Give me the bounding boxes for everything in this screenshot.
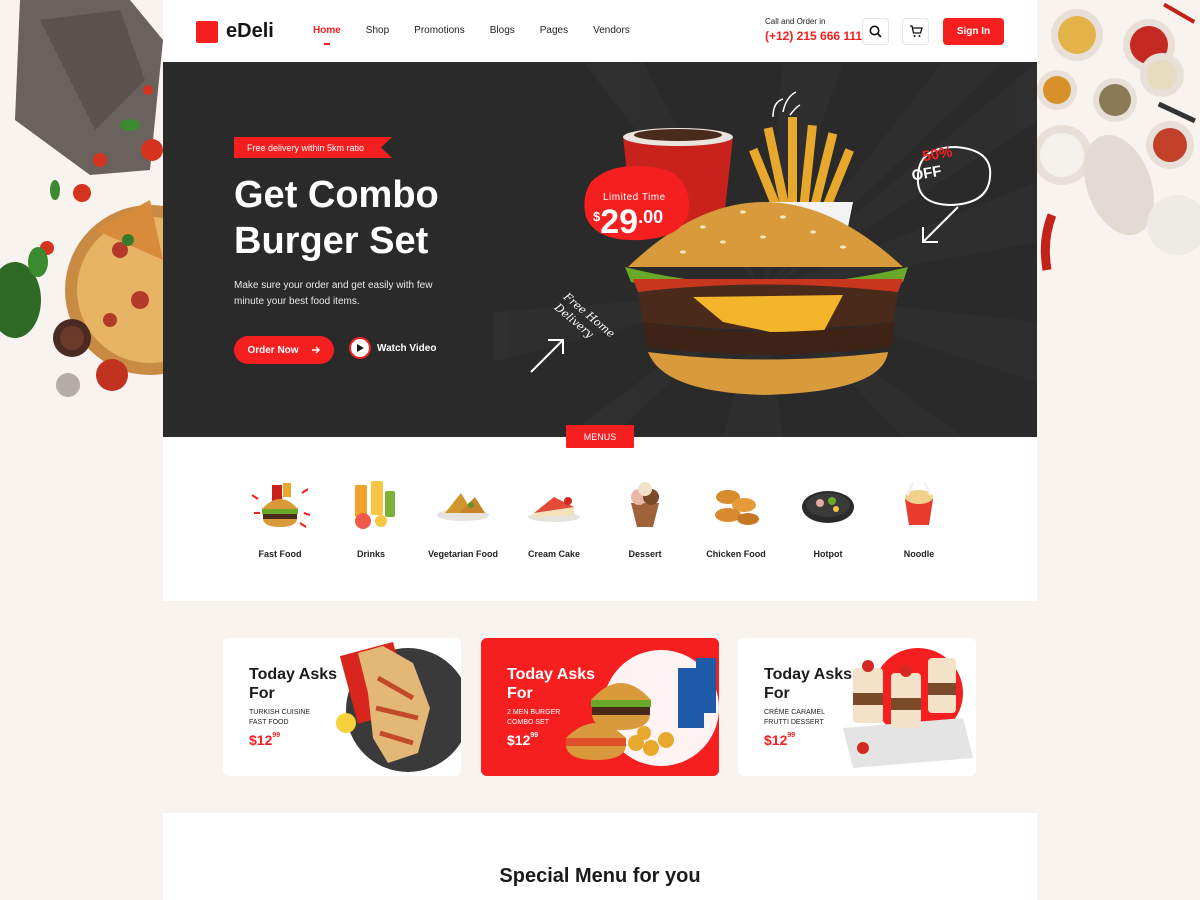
promo-subtitle-line2: FAST FOOD [249,719,289,726]
burger-combo-image [566,650,719,766]
category-chicken-food[interactable]: Chicken Food [691,475,781,559]
search-icon [869,25,882,38]
free-delivery-tag: Free delivery within 5km ratio [234,137,393,158]
promo-price: $1299 [764,732,795,748]
logo-mark [196,20,218,43]
promo-title: Today Asks For [507,666,596,702]
promo-card-turkish[interactable]: Today Asks For TURKISH CUISINE FAST FOOD… [223,638,461,776]
fast-food-image [251,483,311,528]
hero-title-line1: Get Combo [234,174,439,216]
category-vegetarian-food[interactable]: Vegetarian Food [418,475,508,559]
promo-price-cents: 99 [272,732,281,739]
dessert-image [631,482,659,527]
arrow-up-right-icon [530,339,564,373]
promo-subtitle-line1: 2 MEN BURGER [507,709,561,716]
promo-subtitle-line1: CRÈME CARAMEL [764,709,826,716]
combo-burger-image [623,117,908,395]
menu-categories: Fast Food Drinks Vegetarian Food Cream C… [163,437,1037,601]
promo-card-burger-combo[interactable]: Today Asks For 2 MEN BURGER COMBO SET $1… [481,638,719,776]
promo-subtitle-line2: FRUTTI DESSERT [764,719,824,726]
category-noodle[interactable]: Noodle [874,475,964,559]
category-hotpot[interactable]: Hotpot [783,475,873,559]
hotpot-image [802,491,854,523]
limited-time-label: Limited Time [603,192,666,203]
promo-subtitle: TURKISH CUISINE FAST FOOD [249,708,329,728]
category-label: Chicken Food [706,549,766,559]
price-currency: $ [593,209,601,224]
category-dessert[interactable]: Dessert [600,475,690,559]
category-label: Drinks [356,549,385,559]
cart-icon [909,25,923,37]
category-label: Dessert [628,549,662,559]
hero-title-line2: Burger Set [234,220,429,262]
category-drinks[interactable]: Drinks [326,475,416,559]
chicken-food-image [715,490,759,525]
decorative-spices-right [1037,0,1200,300]
promo-price: $1299 [249,732,280,748]
price-dollars: 29 [600,203,639,241]
nav-promotions[interactable]: Promotions [414,25,465,36]
category-fast-food[interactable]: Fast Food [235,475,325,559]
category-label: Vegetarian Food [427,549,498,559]
promo-subtitle-line1: TURKISH CUISINE [249,709,311,716]
promo-subtitle-line2: COMBO SET [507,719,550,726]
cream-cake-image [528,497,580,522]
watch-video-label: Watch Video [377,342,437,354]
promo-price-dollars: $12 [764,732,788,748]
order-now-button[interactable]: Order Now [234,336,334,364]
hero-title: Get Combo Burger Set [234,172,439,264]
promo-price-cents: 99 [530,732,539,739]
main-nav: Home Shop Promotions Blogs Pages Vendors [313,25,655,45]
arrow-down-left-icon [922,206,959,243]
nav-vendors[interactable]: Vendors [593,25,630,36]
turkish-cuisine-image [336,641,461,772]
order-now-label: Order Now [247,344,299,356]
menus-tab[interactable]: MENUS [566,425,634,448]
phone-number[interactable]: (+12) 215 666 111 [765,29,862,43]
logo-text: eDeli [226,20,274,42]
drinks-image [355,481,395,529]
category-label: Fast Food [258,549,302,559]
promo-subtitle: CRÈME CARAMEL FRUTTI DESSERT [764,708,844,728]
promo-price-cents: 99 [787,732,796,739]
call-order-info: Call and Order in (+12) 215 666 111 [765,17,862,43]
vegetarian-food-image [437,493,489,521]
combo-price: $29.00 [593,203,663,242]
cart-button[interactable] [902,18,929,45]
play-icon [349,337,371,359]
price-cents: .00 [638,207,664,227]
promo-price-dollars: $12 [507,732,531,748]
hero-banner: Free delivery within 5km ratio Get Combo… [163,62,1037,437]
category-cream-cake[interactable]: Cream Cake [509,475,599,559]
special-menu-title: Special Menu for you [499,865,701,887]
promo-subtitle: 2 MEN BURGER COMBO SET [507,708,587,728]
promo-title: Today Asks For [764,666,853,702]
nav-blogs[interactable]: Blogs [490,25,515,36]
promo-price-dollars: $12 [249,732,273,748]
nav-pages[interactable]: Pages [540,25,568,36]
category-label: Hotpot [813,549,843,559]
promo-card-dessert[interactable]: Today Asks For CRÈME CARAMEL FRUTTI DESS… [738,638,976,776]
logo[interactable]: eDeli [196,20,274,43]
promo-price: $1299 [507,732,538,748]
splash-doodle-icon [772,91,801,118]
category-label: Cream Cake [527,549,581,559]
caramel-dessert-image [843,648,973,768]
search-button[interactable] [862,18,889,45]
noodle-image [905,482,933,525]
call-label: Call and Order in [765,17,826,26]
nav-home[interactable]: Home [313,25,341,45]
nav-shop[interactable]: Shop [366,25,389,36]
arrow-right-icon [311,346,320,354]
hero-description: Make sure your order and get easily with… [234,280,433,307]
category-label: Noodle [903,549,935,559]
decorative-food-left [0,0,163,470]
promo-title: Today Asks For [249,666,338,702]
special-menu-section: Special Menu for you [163,813,1037,900]
site-header: eDeli Home Shop Promotions Blogs Pages V… [163,0,1037,62]
sign-in-button[interactable]: Sign In [943,18,1004,45]
watch-video-button[interactable]: Watch Video [349,337,436,359]
